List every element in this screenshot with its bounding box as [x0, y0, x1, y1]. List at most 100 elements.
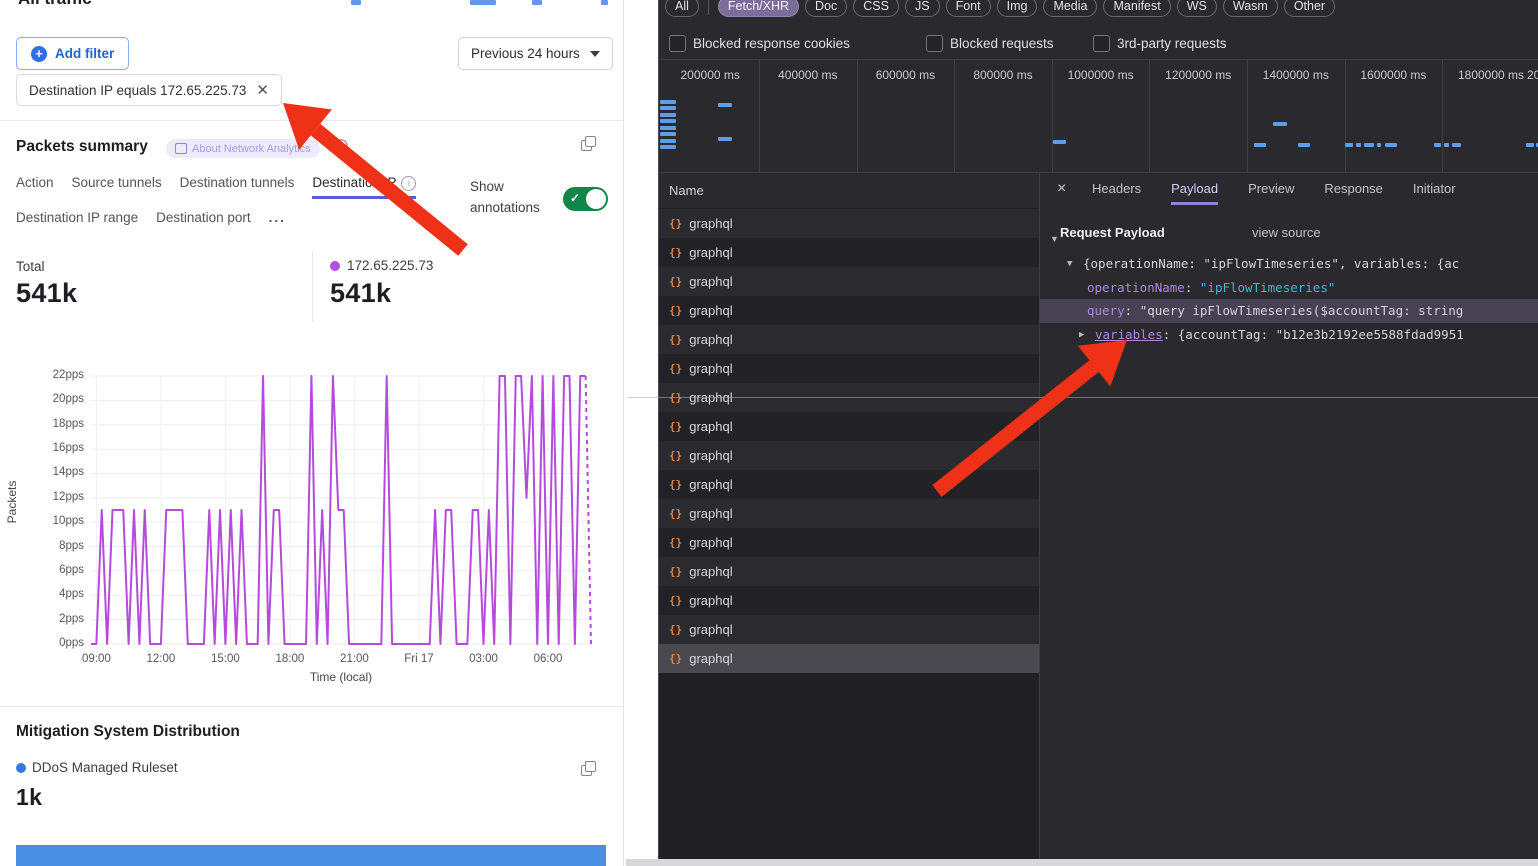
mitigation-heading: Mitigation System Distribution: [16, 723, 240, 741]
add-filter-button[interactable]: + Add filter: [16, 37, 129, 70]
filter-pill-fetch-xhr[interactable]: Fetch/XHR: [718, 0, 799, 17]
json-request-icon: {}: [669, 362, 682, 375]
filter-pill-font[interactable]: Font: [946, 0, 991, 17]
check-icon: ✓: [570, 191, 580, 205]
request-name: graphql: [689, 448, 732, 463]
filter-pill-ws[interactable]: WS: [1177, 0, 1217, 17]
badge-label: About Network Analytics: [192, 143, 311, 155]
request-timing-bar: [1254, 143, 1266, 147]
x-tick-label: 09:00: [66, 653, 126, 665]
payload-line[interactable]: query: "query ipFlowTimeseries($accountT…: [1040, 299, 1538, 323]
tab-source-tunnels[interactable]: Source tunnels: [72, 175, 162, 199]
divider: [0, 120, 623, 121]
filter-pill-js[interactable]: JS: [905, 0, 940, 17]
tab-destination-tunnels[interactable]: Destination tunnels: [180, 175, 295, 199]
devtools-network-panel: All Fetch/XHR Doc CSS JS Font Img Media Manifest…: [658, 0, 1538, 859]
filter-pill-img[interactable]: Img: [997, 0, 1038, 17]
tab-destination-ip-range[interactable]: Destination IP range: [16, 210, 138, 225]
filter-pill-css[interactable]: CSS: [853, 0, 899, 17]
show-annotations-toggle[interactable]: ✓: [563, 187, 608, 211]
timeline-gridline: [857, 60, 858, 172]
payload-line[interactable]: ▶variables: {accountTag: "b12e3b2192ee55…: [1040, 323, 1538, 347]
collapse-caret-icon[interactable]: ▼: [1067, 252, 1072, 276]
request-name: graphql: [689, 651, 732, 666]
detail-tab-initiator[interactable]: Initiator: [1413, 173, 1456, 205]
filter-pill-all[interactable]: All: [665, 0, 699, 17]
filter-pill-media[interactable]: Media: [1043, 0, 1097, 17]
payload-line[interactable]: operationName: "ipFlowTimeseries": [1040, 276, 1538, 300]
request-row[interactable]: {}graphql: [659, 586, 1039, 615]
timeline-gridline: [759, 60, 760, 172]
filter-pill-other[interactable]: Other: [1284, 0, 1335, 17]
filter-pill-manifest[interactable]: Manifest: [1103, 0, 1170, 17]
tab-action[interactable]: Action: [16, 175, 54, 199]
toggle-knob: [586, 189, 606, 209]
checkbox-blocked-requests[interactable]: [926, 35, 943, 52]
window-edge: [626, 859, 1538, 866]
request-payload-title: Request Payload: [1060, 225, 1165, 240]
timeline-label: 1400000 ms: [1248, 68, 1344, 82]
detail-tab-payload[interactable]: Payload: [1171, 173, 1218, 205]
collapse-caret-icon[interactable]: ▼: [1050, 234, 1059, 244]
close-icon[interactable]: ×: [1057, 180, 1066, 198]
request-row[interactable]: {}graphql: [659, 267, 1039, 296]
filter-pill-wasm[interactable]: Wasm: [1223, 0, 1278, 17]
request-row[interactable]: {}graphql: [659, 354, 1039, 383]
tab-destination-port[interactable]: Destination port: [156, 210, 251, 225]
request-row[interactable]: {}graphql: [659, 557, 1039, 586]
request-row[interactable]: {}graphql: [659, 615, 1039, 644]
request-timing-bar: [1434, 143, 1441, 147]
info-icon: i: [401, 176, 416, 191]
json-request-icon: {}: [669, 217, 682, 230]
timeline-label: 200000 ms: [662, 68, 758, 82]
clipped-toolbar-fragment: [351, 0, 361, 5]
remove-filter-icon[interactable]: ✕: [256, 81, 269, 99]
detail-tab-response[interactable]: Response: [1324, 173, 1383, 205]
filter-pill-doc[interactable]: Doc: [805, 0, 847, 17]
request-timing-bar: [1298, 143, 1310, 147]
stat-ip-label: 172.65.225.73: [347, 258, 433, 273]
payload-panel: ▼ Request Payload view source ▼{operatio…: [1040, 208, 1538, 859]
request-row[interactable]: {}graphql: [659, 209, 1039, 238]
dimension-tabs-row2: Destination IP range Destination port...: [16, 210, 286, 225]
request-row[interactable]: {}graphql: [659, 412, 1039, 441]
y-tick-label: 6pps: [30, 564, 84, 576]
y-tick-label: 0pps: [30, 637, 84, 649]
json-request-icon: {}: [669, 275, 682, 288]
y-tick-label: 20pps: [30, 393, 84, 405]
payload-line[interactable]: ▼{operationName: "ipFlowTimeseries", var…: [1040, 252, 1538, 276]
request-name: graphql: [689, 419, 732, 434]
mitigation-bar: [16, 845, 606, 866]
timeline-overview[interactable]: 200000 ms400000 ms600000 ms800000 ms1000…: [659, 60, 1538, 173]
screenshot-stage: All traffic + Add filter Previous 24 hou…: [0, 0, 1538, 866]
detail-tab-preview[interactable]: Preview: [1248, 173, 1294, 205]
checkbox-blocked-response-cookies[interactable]: [669, 35, 686, 52]
y-axis-title: Packets: [5, 462, 19, 542]
timeline-gridline: [1247, 60, 1248, 172]
tab-destination-ip[interactable]: Destination IPi: [312, 175, 416, 199]
request-row[interactable]: {}graphql: [659, 296, 1039, 325]
request-row[interactable]: {}graphql: [659, 238, 1039, 267]
request-row[interactable]: {}graphql: [659, 499, 1039, 528]
stat-divider: [312, 252, 313, 322]
checkbox-3rd-party-requests[interactable]: [1093, 35, 1110, 52]
about-network-analytics-badge[interactable]: About Network Analytics: [166, 139, 320, 158]
name-column-header[interactable]: Name: [659, 173, 1039, 209]
view-source-link[interactable]: view source: [1252, 225, 1321, 240]
expand-panel-icon[interactable]: [581, 136, 596, 151]
request-row[interactable]: {}graphql: [659, 441, 1039, 470]
pill-separator: [708, 0, 709, 15]
tabs-overflow-button[interactable]: ...: [269, 210, 286, 225]
request-name: graphql: [689, 564, 732, 579]
request-row[interactable]: {}graphql: [659, 470, 1039, 499]
time-range-dropdown[interactable]: Previous 24 hours: [458, 37, 613, 70]
detail-tab-headers[interactable]: Headers: [1092, 173, 1141, 205]
request-row[interactable]: {}graphql: [659, 528, 1039, 557]
json-request-icon: {}: [669, 246, 682, 259]
filter-chip[interactable]: Destination IP equals 172.65.225.73 ✕: [16, 74, 282, 106]
expand-caret-icon[interactable]: ▶: [1079, 323, 1084, 347]
request-row[interactable]: {}graphql: [659, 644, 1039, 673]
timeline-gridline: [1149, 60, 1150, 172]
request-row[interactable]: {}graphql: [659, 325, 1039, 354]
expand-panel-icon[interactable]: [581, 761, 596, 776]
